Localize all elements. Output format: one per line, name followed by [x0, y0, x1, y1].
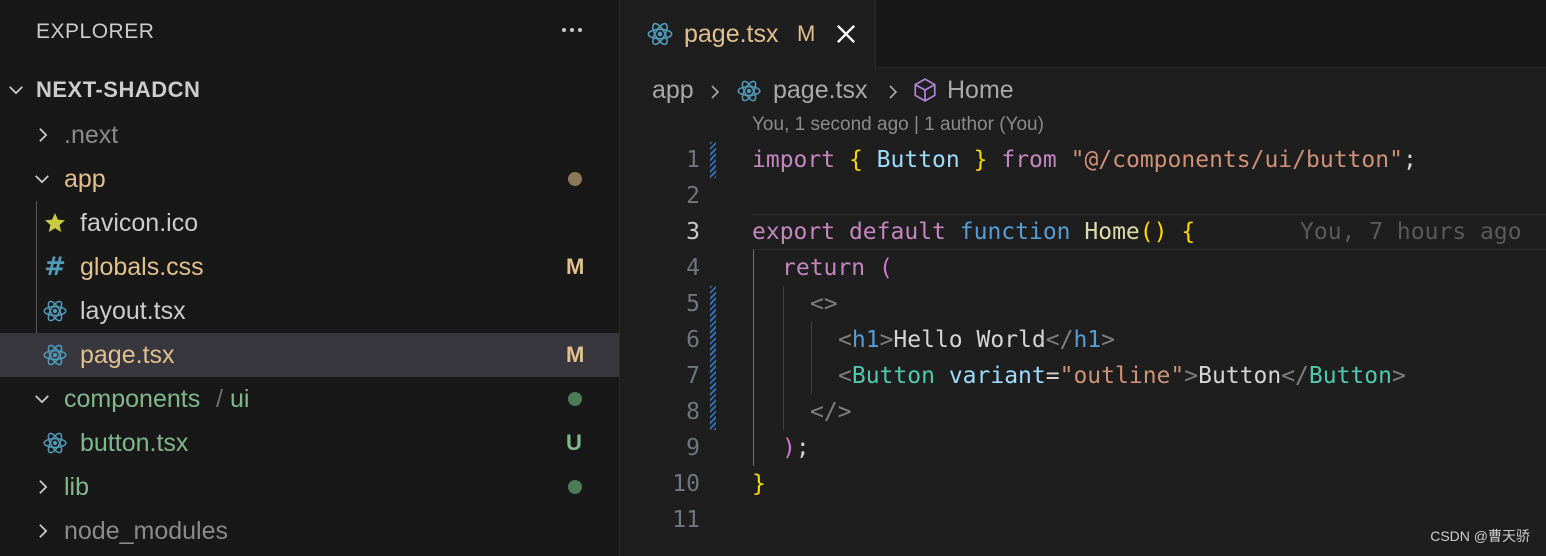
tree-item-label: components: [64, 384, 201, 413]
react-icon: [646, 20, 674, 48]
tab-bar: page.tsx M: [620, 0, 1546, 68]
code-line: 6 <h1>Hello World</h1>: [620, 322, 1546, 358]
line-number: 10: [672, 471, 700, 497]
tree-item-components-ui[interactable]: components / ui: [0, 377, 619, 421]
react-icon: [42, 421, 68, 465]
star-icon: [42, 201, 68, 245]
tree-item-globals-css[interactable]: # globals.css M: [0, 245, 619, 289]
close-icon[interactable]: [832, 20, 860, 48]
tree-item-label: button.tsx: [80, 428, 189, 457]
tab-page-tsx[interactable]: page.tsx M: [620, 0, 876, 68]
tree-item-label: .next: [64, 120, 119, 149]
code-line: 4 return (: [620, 250, 1546, 286]
tree-item-label: node_modules: [64, 516, 229, 545]
tree-item-label: page.tsx: [80, 340, 175, 369]
path-separator: /: [216, 384, 223, 413]
editor-area: page.tsx M app page.tsx Home You, 1 seco…: [620, 0, 1546, 556]
line-number: 11: [672, 507, 700, 533]
code-line: 11: [620, 502, 1546, 538]
tree-item-label: globals.css: [80, 252, 204, 281]
line-number: 5: [686, 291, 700, 317]
code-line: 10 }: [620, 466, 1546, 502]
tree-item-label: ui: [230, 384, 250, 413]
line-number: 3: [686, 219, 700, 245]
code-line: 7 <Button variant="outline">Button</Butt…: [620, 358, 1546, 394]
line-number: 7: [686, 363, 700, 389]
explorer-sidebar: EXPLORER NEXT-SHADCN .next app favicon.i…: [0, 0, 620, 556]
line-number: 2: [686, 183, 700, 209]
untracked-dot: [568, 392, 582, 406]
tree-item-label: favicon.ico: [80, 208, 199, 237]
code-line: 1 import { Button } from "@/components/u…: [620, 142, 1546, 178]
symbol-component-icon: [912, 77, 938, 110]
code-line: 8 </>: [620, 394, 1546, 430]
tree-item-label: lib: [64, 472, 90, 501]
blame-header[interactable]: You, 1 second ago | 1 author (You): [752, 114, 1044, 136]
tree-item-button-tsx[interactable]: button.tsx U: [0, 421, 619, 465]
code-line: 9 );: [620, 430, 1546, 466]
code-line-current: 3 export default function Home() { You, …: [620, 214, 1546, 250]
line-number: 8: [686, 399, 700, 425]
git-status-badge: M: [566, 342, 585, 367]
untracked-dot: [568, 480, 582, 494]
tree-item-next[interactable]: .next: [0, 113, 619, 157]
git-status-badge: M: [566, 254, 585, 279]
css-hash-icon: #: [44, 252, 66, 282]
breadcrumb-file[interactable]: page.tsx: [773, 76, 868, 105]
chevron-down-icon: [32, 377, 52, 421]
chevron-right-icon: [706, 80, 724, 104]
inline-blame: You, 7 hours ago: [1300, 219, 1522, 245]
workspace-root[interactable]: NEXT-SHADCN: [0, 68, 619, 112]
line-number: 9: [686, 435, 700, 461]
tree-item-node-modules[interactable]: node_modules: [0, 509, 619, 553]
watermark: CSDN @曹天骄: [1430, 528, 1530, 544]
explorer-title: EXPLORER: [36, 20, 155, 43]
git-status-badge: U: [566, 430, 582, 455]
chevron-right-icon: [33, 113, 53, 157]
workspace-root-label: NEXT-SHADCN: [36, 77, 201, 102]
tree-item-label: app: [64, 164, 106, 193]
line-number: 1: [686, 147, 700, 173]
tree-item-app[interactable]: app: [0, 157, 619, 201]
chevron-down-icon: [32, 157, 52, 201]
code-line: 5 <>: [620, 286, 1546, 322]
react-icon: [42, 289, 68, 333]
more-actions-icon[interactable]: [556, 14, 588, 46]
line-number: 4: [686, 255, 700, 281]
chevron-down-icon: [6, 68, 26, 112]
modified-dot: [568, 172, 582, 186]
tab-modified-badge: M: [797, 21, 816, 46]
tab-label: page.tsx: [684, 20, 779, 48]
breadcrumb-folder[interactable]: app: [652, 76, 694, 105]
chevron-right-icon: [33, 509, 53, 553]
react-icon: [42, 333, 68, 377]
tree-item-lib[interactable]: lib: [0, 465, 619, 509]
tree-item-favicon[interactable]: favicon.ico: [0, 201, 619, 245]
react-icon: [736, 78, 762, 111]
code-line: 2: [620, 178, 1546, 214]
line-number: 6: [686, 327, 700, 353]
chevron-right-icon: [884, 80, 902, 104]
chevron-right-icon: [33, 465, 53, 509]
tree-item-page-tsx[interactable]: page.tsx M: [0, 333, 619, 377]
breadcrumb-symbol[interactable]: Home: [947, 76, 1014, 105]
tree-item-layout-tsx[interactable]: layout.tsx: [0, 289, 619, 333]
tree-item-label: layout.tsx: [80, 296, 186, 325]
